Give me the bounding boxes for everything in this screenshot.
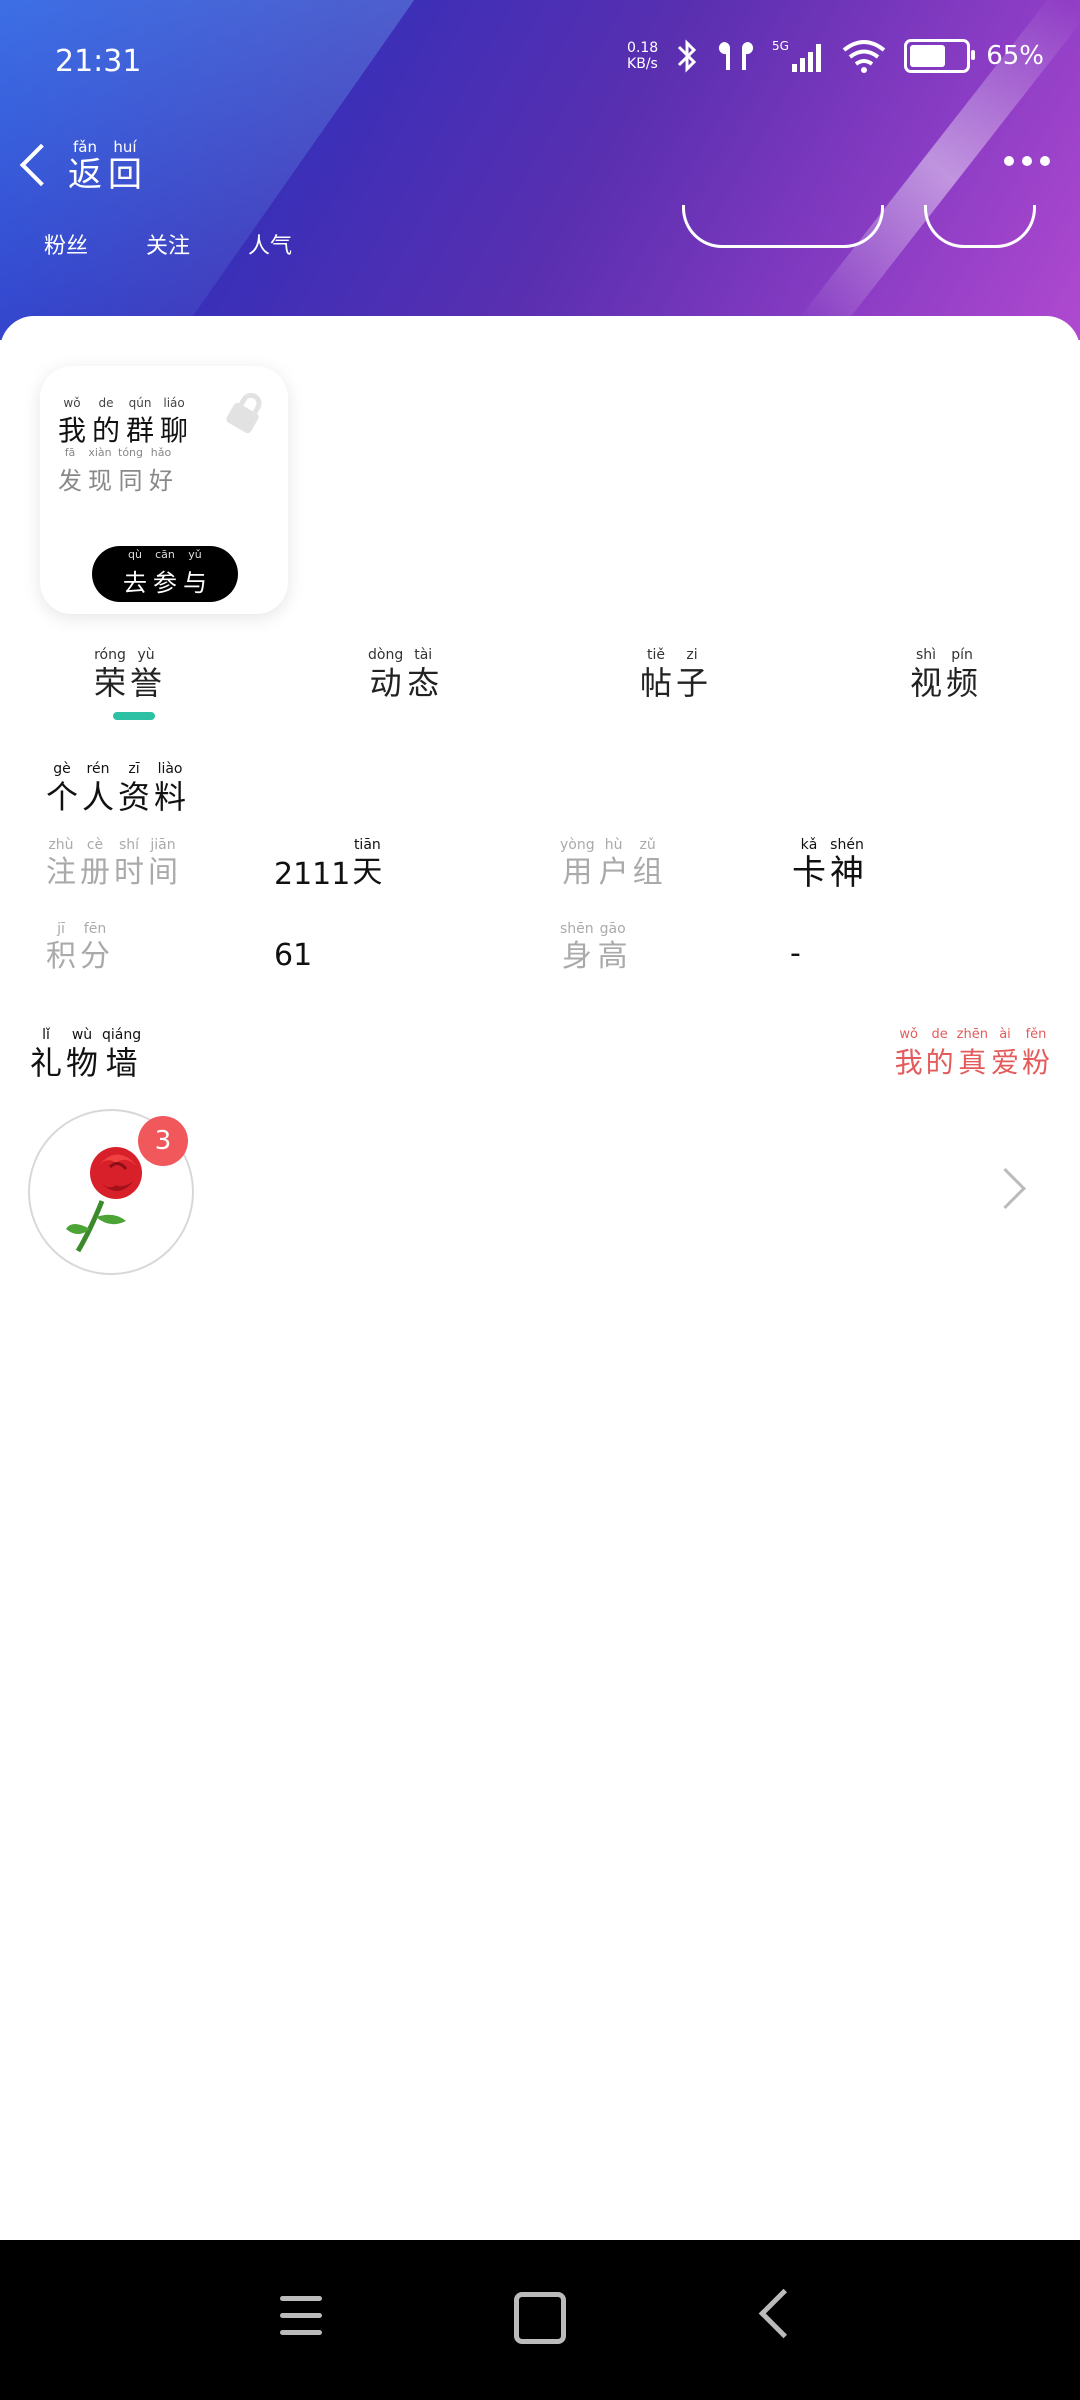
status-bar: 21:31 0.18 KB/s 5G 65%: [0, 30, 1080, 90]
lock-icon: [226, 392, 262, 434]
profile-header-background: 21:31 0.18 KB/s 5G 65% fǎn 返 huí 回 粉丝 关注…: [0, 0, 1080, 340]
chevron-right-icon[interactable]: [984, 1167, 1027, 1210]
battery-percent: 65%: [986, 41, 1044, 71]
battery-icon: [904, 39, 976, 73]
more-options-icon[interactable]: [1004, 156, 1050, 166]
points-value: 61: [274, 938, 313, 973]
info-row-points: jī 积 fēn 分 61 shēn 身 gāo 高 -: [0, 920, 1080, 980]
height-label: shēn 身 gāo 高: [560, 921, 628, 974]
height-value: -: [790, 936, 801, 971]
active-tab-indicator: [113, 712, 155, 720]
earbuds-icon: [719, 42, 754, 70]
top-nav: fǎn 返 huí 回: [0, 130, 1080, 210]
tab-videos[interactable]: shì 视 pín 频: [910, 646, 978, 702]
user-group-label: yòng 用 hù 户 zǔ 组: [560, 837, 663, 890]
system-back-icon[interactable]: [758, 2288, 809, 2339]
true-fans-link[interactable]: wǒ 我 de 的 zhēn 真 ài 爱 fěn 粉: [895, 1026, 1050, 1082]
header-action-button[interactable]: [682, 205, 884, 248]
group-chat-subtitle: fā 发 xiàn 现 tóng 同 hǎo 好: [58, 446, 173, 495]
profile-stats: 粉丝 关注 人气: [44, 228, 292, 260]
profile-section-title: gè 个 rén 人 zī 资 liào 料: [46, 761, 187, 816]
register-time-value: 2111 tiān 天: [274, 837, 383, 892]
points-label: jī 积 fēn 分: [46, 921, 110, 974]
tab-posts[interactable]: tiě 帖 zi 子: [640, 646, 708, 702]
battery-fill: [910, 45, 946, 67]
network-speed: 0.18 KB/s: [627, 40, 659, 72]
stat-popularity[interactable]: 人气: [248, 228, 292, 260]
group-chat-card[interactable]: wǒ 我 de 的 qún 群 liáo 聊 fā 发 xiàn 现 tóng 同 hǎo 好 …: [40, 366, 288, 614]
svg-text:5G: 5G: [772, 39, 789, 53]
user-group-value: kǎ 卡 shén 神: [792, 837, 864, 893]
status-time: 21:31: [55, 44, 142, 79]
tab-honors[interactable]: róng 荣 yù 誉: [94, 646, 162, 702]
join-button[interactable]: qù 去 cān 参 yǔ 与: [92, 546, 238, 602]
back-chevron-icon: [19, 143, 63, 187]
home-icon[interactable]: [514, 2292, 566, 2344]
stat-following[interactable]: 关注: [146, 228, 190, 260]
back-button[interactable]: fǎn 返 huí 回: [19, 138, 142, 194]
gift-count-badge: 3: [138, 1116, 188, 1166]
status-icons: 0.18 KB/s 5G 65%: [627, 38, 1044, 74]
group-chat-title: wǒ 我 de 的 qún 群 liáo 聊: [58, 396, 189, 447]
register-time-label: zhù 注 cè 册 shí 时 jiān 间: [46, 837, 178, 890]
gift-wall-title: lǐ 礼 wù 物 qiáng 墙: [30, 1027, 142, 1082]
profile-tabs: róng 荣 yù 誉 dòng 动 tài 态 tiě 帖 zi 子 shì 视 pín 频: [0, 646, 1080, 726]
stat-fans[interactable]: 粉丝: [44, 228, 88, 260]
tab-moments[interactable]: dòng 动 tài 态: [368, 646, 439, 702]
info-row-register: zhù 注 cè 册 shí 时 jiān 间 2111 tiān 天 yòng 用 hù 户…: [0, 836, 1080, 896]
wifi-icon: [842, 40, 886, 73]
header-secondary-button[interactable]: [924, 205, 1036, 248]
recent-apps-icon[interactable]: [280, 2296, 322, 2336]
cellular-signal-icon: 5G: [772, 39, 822, 72]
profile-content: wǒ 我 de 的 qún 群 liáo 聊 fā 发 xiàn 现 tóng 同 hǎo 好 …: [0, 316, 1080, 2240]
bluetooth-icon: [678, 39, 697, 73]
system-navigation-bar: [0, 2240, 1080, 2400]
